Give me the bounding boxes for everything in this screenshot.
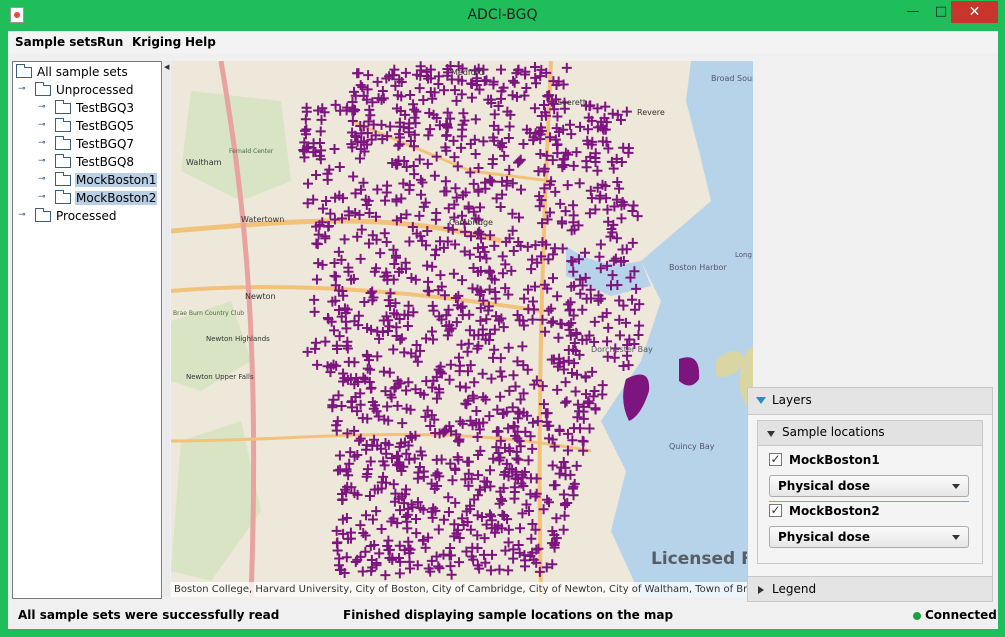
sample-locations-title: Sample locations — [782, 425, 885, 439]
status-bar: All sample sets were successfully read F… — [8, 605, 998, 629]
folder-icon — [35, 82, 51, 96]
tree-item-label: TestBGQ3 — [76, 101, 135, 115]
menu-help[interactable]: Help — [185, 35, 216, 49]
folder-icon — [55, 100, 71, 114]
tree-item-mockboston1[interactable]: MockBoston1 — [55, 171, 158, 189]
window-title: ADCI-BGQ — [467, 7, 538, 23]
layers-panel: Layers Sample locations ✓ MockBoston1 Ph… — [747, 387, 993, 602]
tree-node-label: Unprocessed — [56, 83, 134, 97]
map-label-watertown: Watertown — [241, 215, 284, 224]
expand-icon[interactable]: ⊸ — [38, 139, 47, 148]
dropdown-arrow-icon — [952, 535, 960, 540]
map-label-long-island: Long Island — [735, 251, 753, 259]
map-canvas[interactable]: Medford Everett Revere Broad Sound Cambr… — [171, 61, 753, 597]
collapsed-triangle-icon — [758, 586, 764, 594]
tree-item-label: MockBoston1 — [75, 173, 158, 187]
map-label-revere: Revere — [637, 108, 665, 117]
collapse-icon[interactable]: ⊸ — [18, 85, 27, 94]
tree-node-processed[interactable]: Processed — [35, 207, 118, 225]
tree-node-unprocessed[interactable]: Unprocessed — [35, 81, 135, 99]
folder-icon — [16, 64, 32, 78]
tree-item-label: TestBGQ7 — [76, 137, 135, 151]
status-read-message: All sample sets were successfully read — [18, 608, 280, 622]
menu-bar: Sample sets Run Kriging Help — [8, 31, 998, 53]
dropdown-arrow-icon — [952, 484, 960, 489]
tree-item-testbgq7[interactable]: TestBGQ7 — [55, 135, 135, 153]
expand-triangle-icon — [756, 397, 766, 404]
expand-icon[interactable]: ⊸ — [38, 157, 47, 166]
connection-status-icon — [913, 612, 921, 620]
mockboston1-checkbox[interactable]: ✓ — [769, 453, 782, 466]
map-label-medford: Medford — [451, 68, 484, 77]
tree-item-mockboston2[interactable]: MockBoston2 — [55, 189, 158, 207]
layers-title: Layers — [772, 393, 812, 407]
mockboston1-layer-label: MockBoston1 — [789, 453, 880, 467]
menu-kriging[interactable]: Kriging — [132, 35, 181, 49]
tree-item-testbgq3[interactable]: TestBGQ3 — [55, 99, 135, 117]
status-display-message: Finished displaying sample locations on … — [343, 608, 674, 622]
expand-icon[interactable]: ⊸ — [18, 211, 27, 220]
map-label-cambridge: Cambridge — [449, 218, 493, 227]
tree-node-label: Processed — [56, 209, 117, 223]
mockboston2-layer-label: MockBoston2 — [789, 504, 880, 518]
map-view[interactable]: Medford Everett Revere Broad Sound Cambr… — [171, 61, 753, 597]
license-watermark: Licensed F — [651, 549, 753, 569]
sample-set-tree[interactable]: All sample sets ⊸ Unprocessed ⊸ TestBGQ3… — [12, 61, 162, 599]
map-label-newton: Newton — [245, 292, 276, 301]
tree-item-label: TestBGQ5 — [76, 119, 135, 133]
folder-icon — [35, 208, 51, 222]
split-pane-divider[interactable]: ◀ — [163, 61, 170, 597]
map-label-broad-sound: Broad Sound — [711, 74, 753, 83]
map-label-newton-highlands: Newton Highlands — [206, 335, 270, 343]
map-label-dorchester-bay: Dorchester Bay — [591, 345, 653, 354]
select-value: Physical dose — [778, 479, 871, 493]
map-label-brae-burn: Brae Burn Country Club — [173, 310, 244, 317]
mockboston1-attribute-select[interactable]: Physical dose — [769, 475, 969, 497]
legend-header[interactable]: Legend — [748, 576, 992, 601]
connection-status-label: Connected — [925, 608, 997, 622]
legend-title: Legend — [772, 582, 817, 596]
folder-icon — [55, 172, 71, 186]
close-button[interactable]: ✕ — [951, 1, 998, 23]
marker-blob — [679, 357, 700, 386]
menu-sample-sets[interactable]: Sample sets — [15, 35, 97, 49]
map-attribution: Boston College, Harvard University, City… — [171, 582, 753, 597]
tree-item-testbgq8[interactable]: TestBGQ8 — [55, 153, 135, 171]
tree-root-label: All sample sets — [37, 65, 128, 79]
sample-locations-header[interactable]: Sample locations — [758, 421, 982, 446]
folder-icon — [55, 136, 71, 150]
minimize-button[interactable]: — — [898, 1, 928, 23]
map-label-everett: Everett — [557, 98, 586, 107]
tree-item-label: MockBoston2 — [75, 191, 158, 205]
map-label-newton-upper-falls: Newton Upper Falls — [186, 373, 254, 381]
map-label-quincy-bay: Quincy Bay — [669, 442, 715, 451]
select-value: Physical dose — [778, 530, 871, 544]
menu-run[interactable]: Run — [97, 35, 123, 49]
folder-icon — [55, 118, 71, 132]
folder-icon — [55, 190, 71, 204]
title-bar: ADCI-BGQ — □ ✕ — [0, 0, 1005, 31]
folder-icon — [55, 154, 71, 168]
expand-icon[interactable]: ⊸ — [38, 103, 47, 112]
expand-icon[interactable]: ⊸ — [38, 175, 47, 184]
layers-header[interactable]: Layers — [748, 388, 992, 415]
expand-icon[interactable]: ⊸ — [38, 193, 47, 202]
expand-icon[interactable]: ⊸ — [38, 121, 47, 130]
tree-item-testbgq5[interactable]: TestBGQ5 — [55, 117, 135, 135]
collapse-left-icon[interactable]: ◀ — [164, 63, 169, 71]
tree-root[interactable]: All sample sets — [16, 63, 129, 81]
tree-item-label: TestBGQ8 — [76, 155, 135, 169]
mockboston2-checkbox[interactable]: ✓ — [769, 504, 782, 517]
map-label-waltham: Waltham — [186, 158, 222, 167]
map-label-boston-harbor: Boston Harbor — [669, 263, 727, 272]
app-frame: Sample sets Run Kriging Help All sample … — [8, 31, 998, 629]
map-label-fernald-center: Fernald Center — [229, 148, 274, 155]
expand-triangle-icon — [767, 431, 775, 437]
sample-locations-section: Sample locations ✓ MockBoston1 Physical … — [757, 420, 983, 564]
mockboston2-attribute-select[interactable]: Physical dose — [769, 526, 969, 548]
focus-divider — [769, 501, 969, 502]
